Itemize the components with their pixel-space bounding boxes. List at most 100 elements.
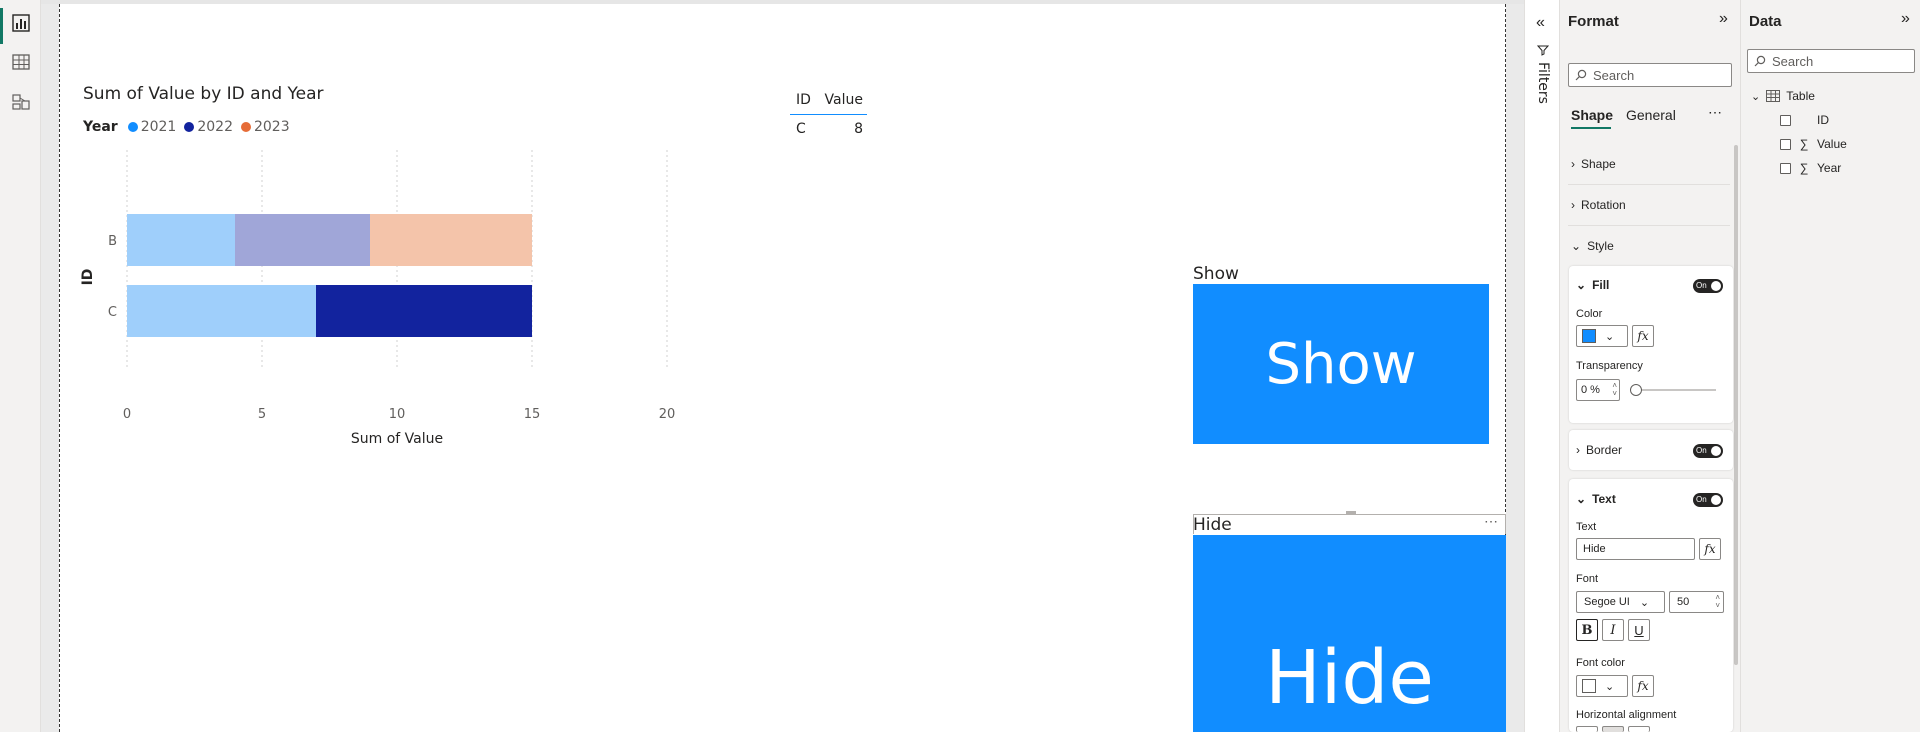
- horizontal-alignment-label: Horizontal alignment: [1576, 709, 1677, 721]
- font-color-picker[interactable]: ⌄: [1576, 675, 1628, 697]
- chevron-right-icon: ›: [1571, 157, 1575, 171]
- chevron-right-icon: ›: [1576, 443, 1580, 457]
- font-family-dropdown[interactable]: Segoe UI ⌄: [1576, 591, 1665, 613]
- border-toggle[interactable]: On: [1693, 444, 1723, 458]
- format-search-placeholder: Search: [1593, 67, 1635, 83]
- report-view-icon[interactable]: [10, 12, 32, 34]
- bar-B-2022[interactable]: [235, 214, 370, 266]
- x-tick-label: 20: [659, 407, 676, 422]
- fill-header[interactable]: ⌄ Fill: [1576, 278, 1609, 292]
- format-pane-scrollbar[interactable]: [1734, 145, 1738, 665]
- x-tick-label: 5: [258, 407, 266, 422]
- show-button-header: Show: [1193, 264, 1239, 284]
- format-search-input[interactable]: Search: [1568, 63, 1732, 87]
- collapse-data-icon[interactable]: »: [1901, 10, 1910, 28]
- data-search-input[interactable]: Search: [1747, 49, 1915, 73]
- section-rotation-label: Rotation: [1581, 198, 1626, 212]
- show-button[interactable]: Show: [1193, 284, 1489, 444]
- filters-label[interactable]: Filters: [1535, 62, 1551, 104]
- transparency-slider-track[interactable]: [1632, 389, 1716, 391]
- chart-title: Sum of Value by ID and Year: [83, 84, 324, 104]
- transparency-slider-thumb[interactable]: [1630, 384, 1642, 396]
- spinner-icon[interactable]: ˄ ˅: [1612, 382, 1617, 398]
- chevron-down-icon: ⌄: [1576, 278, 1587, 292]
- text-label: Text: [1576, 521, 1597, 533]
- text-toggle[interactable]: On: [1693, 493, 1723, 507]
- align-center-button[interactable]: [1602, 726, 1624, 732]
- legend-label-2022[interactable]: 2022: [197, 119, 233, 135]
- section-shape[interactable]: › Shape: [1571, 157, 1616, 171]
- hide-visual-selection-frame[interactable]: [1193, 514, 1506, 534]
- italic-button[interactable]: I: [1602, 619, 1624, 641]
- legend-dot-2021: [127, 122, 138, 132]
- format-more-options[interactable]: ⋯: [1708, 104, 1722, 121]
- text-input[interactable]: Hide: [1576, 538, 1695, 560]
- stacked-bar-chart[interactable]: 0 5 10 15 20 B C Sum of Value ID: [70, 145, 690, 455]
- fill-color-fx-button[interactable]: fx: [1632, 325, 1654, 347]
- expand-filters-icon[interactable]: «: [1536, 14, 1545, 32]
- underline-button[interactable]: U: [1628, 619, 1650, 641]
- text-header[interactable]: ⌄ Text: [1576, 492, 1616, 506]
- tab-shape-underline: [1571, 127, 1611, 129]
- table-row: C 8: [790, 115, 867, 137]
- hide-button[interactable]: Hide: [1193, 535, 1506, 732]
- border-card: › Border On: [1569, 430, 1733, 470]
- field-id-checkbox[interactable]: [1780, 114, 1791, 126]
- active-view-indicator: [0, 8, 3, 44]
- spinner-icon[interactable]: ˄ ˅: [1715, 594, 1720, 610]
- format-pane-title: Format: [1568, 13, 1619, 30]
- font-color-fx-button[interactable]: fx: [1632, 675, 1654, 697]
- table-header-value[interactable]: Value: [825, 92, 863, 108]
- field-year[interactable]: ∑ Year: [1780, 161, 1841, 175]
- field-value-checkbox[interactable]: [1780, 138, 1791, 150]
- border-header[interactable]: › Border: [1576, 443, 1622, 457]
- legend-dot-2022: [184, 122, 195, 132]
- field-id[interactable]: ID: [1780, 113, 1829, 127]
- fill-toggle[interactable]: On: [1693, 279, 1723, 293]
- legend-label-2021[interactable]: 2021: [141, 119, 177, 135]
- view-rail: [0, 0, 41, 732]
- section-rotation[interactable]: › Rotation: [1571, 198, 1626, 212]
- collapse-format-icon[interactable]: »: [1719, 10, 1728, 28]
- legend-label-2023[interactable]: 2023: [254, 119, 290, 135]
- visual-more-options-icon[interactable]: ⋯: [1484, 513, 1498, 530]
- field-value-label: Value: [1817, 137, 1847, 151]
- y-category-label: C: [108, 305, 117, 320]
- table-name: Table: [1786, 89, 1815, 103]
- bar-C-2021[interactable]: [127, 285, 316, 337]
- field-year-checkbox[interactable]: [1780, 162, 1791, 174]
- table-view-icon[interactable]: [10, 51, 32, 73]
- bar-C-2022[interactable]: [316, 285, 532, 337]
- text-fx-button[interactable]: fx: [1699, 538, 1721, 560]
- bar-B-2023[interactable]: [370, 214, 532, 266]
- chevron-down-icon: ⌄: [1605, 330, 1615, 343]
- fill-color-picker[interactable]: ⌄: [1576, 325, 1628, 347]
- hide-button-label: Hide: [1265, 635, 1434, 721]
- data-pane-title: Data: [1749, 13, 1782, 30]
- bar-B-2021[interactable]: [127, 214, 235, 266]
- section-style-label: Style: [1587, 239, 1614, 253]
- font-size-input[interactable]: 50 ˄ ˅: [1669, 591, 1724, 613]
- tab-shape[interactable]: Shape: [1571, 107, 1613, 123]
- y-category-label: B: [108, 234, 117, 249]
- tab-general[interactable]: General: [1626, 107, 1676, 123]
- table-visual[interactable]: ID Value C 8: [790, 90, 867, 137]
- font-label: Font: [1576, 573, 1599, 585]
- table-node[interactable]: ⌄ Table: [1751, 89, 1815, 103]
- legend-dot-2023: [240, 122, 251, 132]
- transparency-input[interactable]: 0 % ˄ ˅: [1576, 379, 1620, 401]
- table-header-id[interactable]: ID: [796, 92, 811, 108]
- filter-funnel-icon: [1537, 45, 1549, 56]
- align-right-button[interactable]: [1628, 726, 1650, 732]
- show-button-label: Show: [1265, 331, 1417, 397]
- filters-pane-collapsed[interactable]: « Filters: [1524, 0, 1559, 732]
- model-view-icon[interactable]: [10, 91, 32, 113]
- search-icon: [1575, 69, 1587, 81]
- align-left-button[interactable]: [1576, 726, 1598, 732]
- sigma-icon: ∑: [1799, 137, 1809, 151]
- bold-button[interactable]: B: [1576, 619, 1598, 641]
- resize-handle-top[interactable]: [1346, 511, 1356, 514]
- chevron-down-icon: ⌄: [1605, 680, 1615, 693]
- section-style[interactable]: ⌄ Style: [1571, 239, 1614, 253]
- field-value[interactable]: ∑ Value: [1780, 137, 1847, 151]
